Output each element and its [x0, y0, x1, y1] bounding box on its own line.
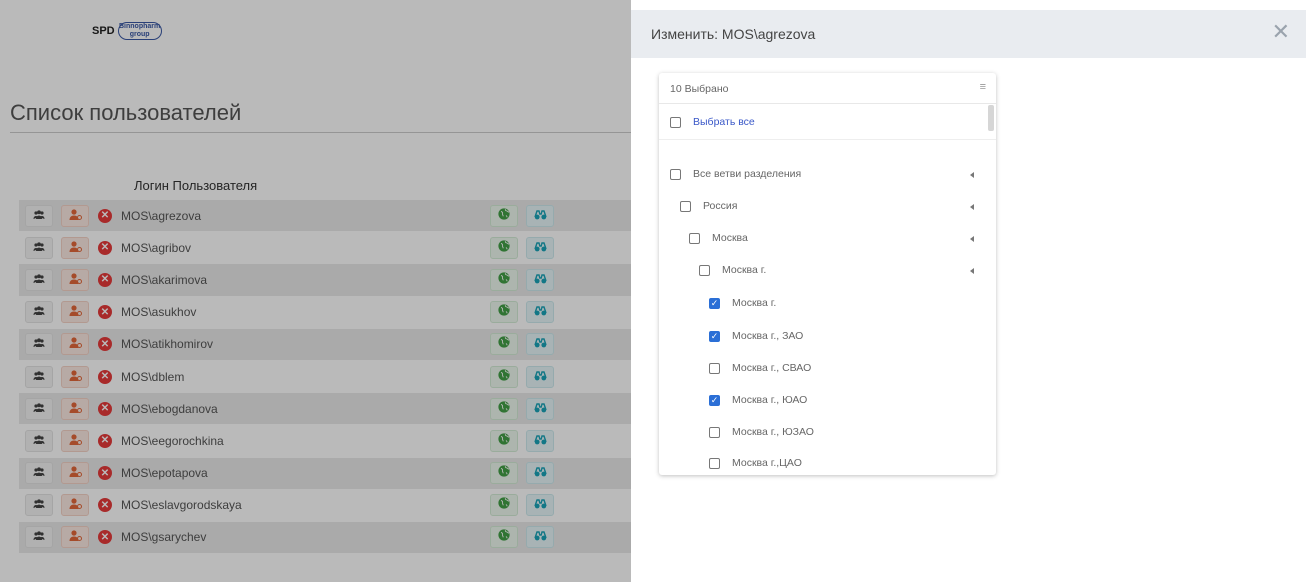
selected-count: 10 Выбрано [670, 83, 729, 95]
expand-arrow-icon[interactable] [970, 172, 974, 178]
select-all-option[interactable]: Выбрать все [670, 116, 755, 128]
checkbox[interactable] [709, 457, 720, 469]
option-label: Все ветви разделения [693, 168, 802, 180]
multiselect-header[interactable]: 10 Выбрано ≡ [659, 73, 996, 104]
panel-header: Изменить: MOS\agrezova ✕ [631, 10, 1306, 58]
users-page: SPD Binnopharm group Список пользователей… [0, 0, 631, 582]
expand-arrow-icon[interactable] [970, 204, 974, 210]
branch-option[interactable]: ✓ Москва г., ЮАО [709, 394, 807, 406]
option-label: Москва г., ЮЗАО [732, 426, 814, 438]
checkbox[interactable] [689, 232, 700, 244]
select-all-label: Выбрать все [693, 116, 755, 128]
divider [659, 139, 996, 140]
branch-option[interactable]: Москва [689, 232, 748, 244]
branch-option[interactable]: Россия [680, 200, 737, 212]
option-label: Москва [712, 232, 748, 244]
scrollbar[interactable] [988, 105, 994, 131]
expand-arrow-icon[interactable] [970, 236, 974, 242]
checkbox[interactable]: ✓ [709, 330, 720, 342]
checkbox[interactable] [670, 168, 681, 180]
modal-overlay[interactable] [0, 0, 631, 582]
option-label: Москва г., ЗАО [732, 330, 804, 342]
checkbox[interactable] [670, 116, 681, 128]
option-label: Москва г., СВАО [732, 362, 812, 374]
option-label: Москва г.,ЦАО [732, 457, 802, 469]
branch-option[interactable]: Москва г. [699, 264, 766, 276]
option-label: Россия [703, 200, 738, 212]
checkbox[interactable] [709, 362, 720, 374]
close-icon[interactable]: ✕ [1272, 20, 1290, 44]
checkbox[interactable]: ✓ [709, 394, 720, 406]
checkbox[interactable] [709, 426, 720, 438]
branch-option[interactable]: Москва г.,ЦАО [709, 457, 802, 469]
panel-title: Изменить: MOS\agrezova [651, 26, 816, 42]
checkbox[interactable] [680, 200, 691, 212]
option-label: Москва г. [722, 264, 767, 276]
option-label: Москва г. [732, 297, 777, 309]
checkbox[interactable] [699, 264, 710, 276]
branch-option[interactable]: ✓ Москва г., ЗАО [709, 330, 803, 342]
checkbox[interactable]: ✓ [709, 297, 720, 309]
branch-option[interactable]: Москва г., СВАО [709, 362, 811, 374]
branch-option[interactable]: Все ветви разделения [670, 168, 801, 180]
branch-option[interactable]: Москва г., ЮЗАО [709, 426, 814, 438]
menu-icon[interactable]: ≡ [980, 81, 986, 93]
branch-multiselect: 10 Выбрано ≡ Выбрать все Все ветви разде… [659, 73, 996, 475]
expand-arrow-icon[interactable] [970, 268, 974, 274]
edit-user-panel: Изменить: MOS\agrezova ✕ 10 Выбрано ≡ Вы… [631, 0, 1306, 582]
option-label: Москва г., ЮАО [732, 394, 808, 406]
branch-option[interactable]: ✓ Москва г. [709, 297, 776, 309]
